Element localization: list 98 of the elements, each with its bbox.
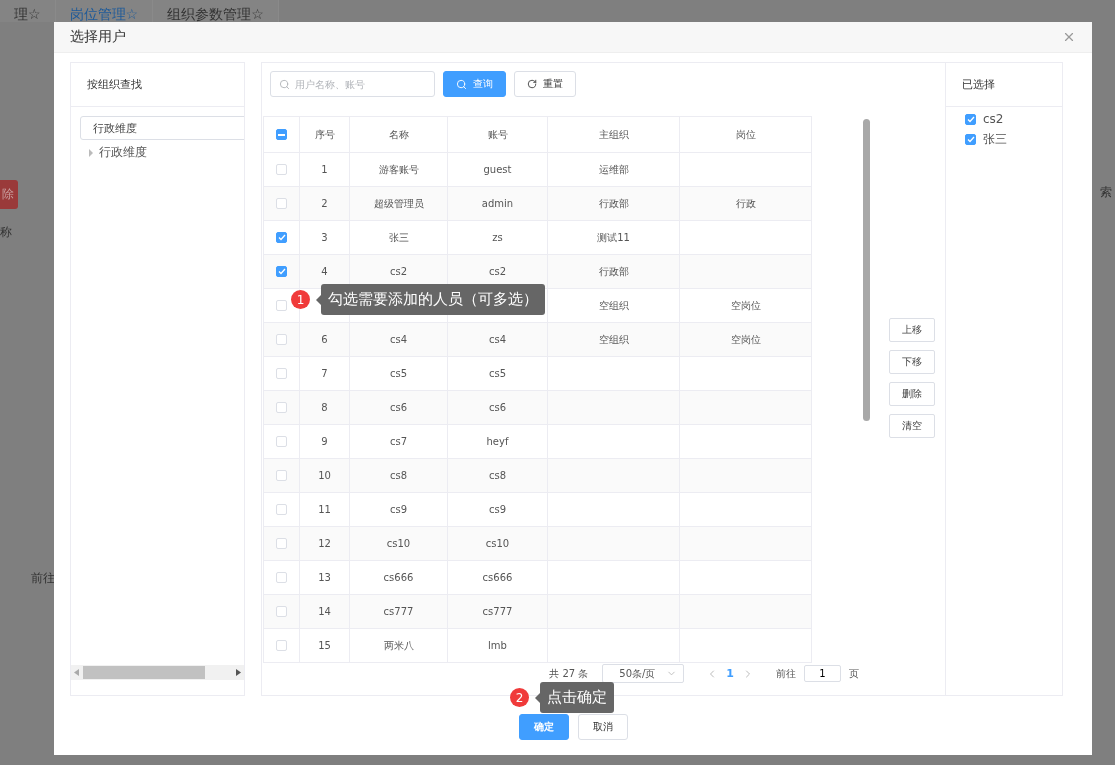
selected-user: cs2	[983, 112, 1004, 126]
checkbox[interactable]	[276, 232, 287, 244]
table-cell: cs8	[349, 458, 448, 493]
table-cell: 13	[299, 560, 350, 595]
table-cell: cs9	[447, 492, 548, 527]
table-cell: 14	[299, 594, 350, 629]
table-cell: cs8	[447, 458, 548, 493]
table-cell: zs	[447, 220, 548, 255]
table-cell: cs777	[349, 594, 448, 629]
table-cell: cs7	[349, 424, 448, 459]
table-cell: 15	[299, 628, 350, 663]
checkbox[interactable]	[965, 134, 976, 145]
table-cell: 张三	[349, 220, 448, 255]
scrollbar[interactable]	[71, 665, 244, 680]
page-text: 索	[1100, 184, 1112, 201]
checkmark-icon	[277, 234, 286, 242]
table-cell: 行政部	[547, 254, 680, 289]
table-cell: heyf	[447, 424, 548, 459]
search-icon	[456, 78, 467, 90]
table-cell: cs6	[447, 390, 548, 425]
table-cell: guest	[447, 152, 548, 187]
goto-label: 前往	[776, 666, 796, 681]
panel-title: 按组织查找	[71, 63, 244, 107]
table-cell: cs10	[349, 526, 448, 561]
minus-icon	[278, 133, 285, 136]
move-button[interactable]: 删除	[889, 382, 935, 406]
table-cell: 11	[299, 492, 350, 527]
page-input[interactable]: 1	[804, 665, 841, 682]
search-field[interactable]: 用户名称、账号	[270, 71, 435, 97]
checkbox[interactable]	[276, 266, 287, 278]
checkmark-icon	[966, 115, 975, 123]
table-cell: 运维部	[547, 152, 680, 187]
move-button[interactable]: 上移	[889, 318, 935, 342]
column-header: 名称	[349, 116, 448, 153]
page-tab[interactable]: 组织参数管理☆	[153, 0, 279, 22]
table-cell: cs10	[447, 526, 548, 561]
goto-label: 前往	[31, 570, 55, 587]
table-cell: 行政部	[547, 186, 680, 221]
checkbox[interactable]	[276, 129, 287, 141]
checkmark-icon	[277, 268, 286, 276]
column-header: 岗位	[679, 116, 812, 153]
column-header: 序号	[299, 116, 350, 153]
column-header: 账号	[447, 116, 548, 153]
column-header: 主组织	[547, 116, 680, 153]
page-size-select[interactable]: 50条/页	[602, 664, 685, 683]
org-field[interactable]: 行政维度	[80, 116, 244, 140]
table-cell: 6	[299, 322, 350, 357]
expand-icon[interactable]	[88, 148, 94, 157]
reset-button[interactable]: 重置	[514, 71, 576, 97]
table-cell: lmb	[447, 628, 548, 663]
table-cell: 空组织	[547, 288, 680, 323]
table-cell: 10	[299, 458, 350, 493]
table-cell: 游客账号	[349, 152, 448, 187]
panel-title: 已选择	[946, 63, 1062, 107]
table-cell: 空岗位	[679, 288, 812, 323]
table-cell: 空组织	[547, 322, 680, 357]
dialog-title: 选择用户	[70, 28, 126, 46]
table-cell: 超级管理员	[349, 186, 448, 221]
tree-item[interactable]: 行政维度	[99, 144, 147, 161]
page-tab[interactable]: 理☆	[0, 0, 56, 22]
scrollbar[interactable]	[863, 119, 870, 421]
table-cell: 12	[299, 526, 350, 561]
cancel-button[interactable]: 取消	[577, 714, 628, 740]
move-button[interactable]: 下移	[889, 350, 935, 374]
table-cell: cs5	[349, 356, 448, 391]
checkmark-icon	[966, 136, 975, 143]
search-icon	[279, 79, 290, 90]
table-cell: 3	[299, 220, 350, 255]
page-unit: 页	[849, 666, 859, 681]
table-cell: 两米八	[349, 628, 448, 663]
table-cell: 行政	[679, 186, 812, 221]
table-cell: cs9	[349, 492, 448, 527]
tooltip: 点击确定	[535, 682, 614, 713]
table-cell: cs777	[447, 594, 548, 629]
table-cell: 2	[299, 186, 350, 221]
total-count: 共 27 条	[549, 666, 589, 681]
table-cell: 空岗位	[679, 322, 812, 357]
scroll-left-icon[interactable]	[74, 669, 79, 676]
refresh-icon	[527, 79, 537, 89]
table-cell: 1	[299, 152, 350, 187]
checkbox[interactable]	[965, 113, 976, 125]
table-cell: 8	[299, 390, 350, 425]
table-cell: cs666	[349, 560, 448, 595]
table-cell: 9	[299, 424, 350, 459]
close-icon[interactable]	[1062, 30, 1076, 44]
move-button[interactable]: 清空	[889, 414, 935, 438]
selected-user: 张三	[983, 131, 1007, 148]
table-cell: cs5	[447, 356, 548, 391]
table-cell: cs4	[349, 322, 448, 357]
table-cell: cs6	[349, 390, 448, 425]
table-cell: cs666	[447, 560, 548, 595]
table-cell: 测试11	[547, 220, 680, 255]
scroll-right-icon[interactable]	[236, 669, 241, 676]
table-cell: admin	[447, 186, 548, 221]
table-cell: cs4	[447, 322, 548, 357]
tooltip: 勾选需要添加的人员（可多选）	[316, 284, 545, 315]
column-header: 称	[0, 224, 12, 241]
table-cell: 7	[299, 356, 350, 391]
